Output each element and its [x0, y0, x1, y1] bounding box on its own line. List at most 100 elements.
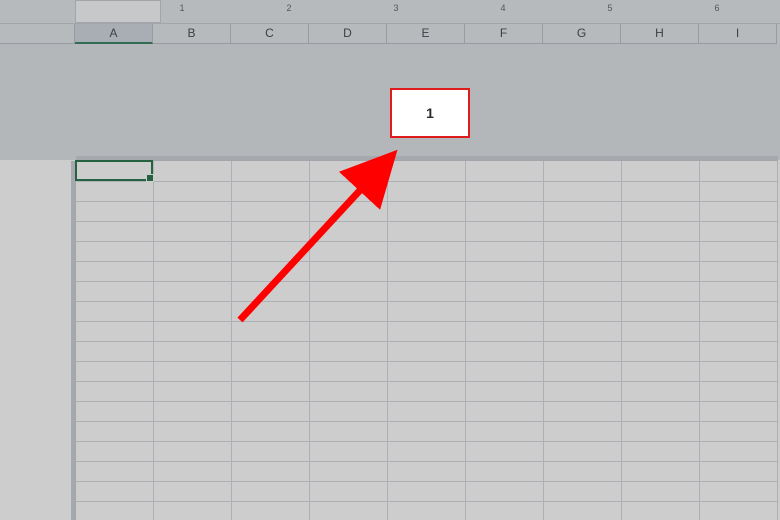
cell[interactable] [310, 261, 388, 281]
cell[interactable] [76, 341, 154, 361]
cell[interactable] [622, 461, 700, 481]
cell[interactable] [544, 441, 622, 461]
cell[interactable] [700, 401, 778, 421]
cell[interactable] [544, 421, 622, 441]
cell[interactable] [232, 261, 310, 281]
cell[interactable] [76, 461, 154, 481]
cell[interactable] [544, 281, 622, 301]
cell[interactable] [622, 441, 700, 461]
cell[interactable] [154, 401, 232, 421]
cell[interactable] [232, 221, 310, 241]
cell[interactable] [700, 201, 778, 221]
cell[interactable] [544, 341, 622, 361]
cell[interactable] [466, 421, 544, 441]
cell[interactable] [544, 181, 622, 201]
cell[interactable] [232, 341, 310, 361]
cell[interactable] [154, 201, 232, 221]
select-all-corner[interactable] [0, 24, 75, 44]
cell[interactable] [700, 421, 778, 441]
cell[interactable] [388, 381, 466, 401]
cell[interactable] [388, 361, 466, 381]
cell[interactable] [700, 161, 778, 181]
cell[interactable] [76, 261, 154, 281]
cell[interactable] [232, 301, 310, 321]
cell[interactable] [310, 341, 388, 361]
cell[interactable] [700, 301, 778, 321]
cell[interactable] [388, 421, 466, 441]
column-header-e[interactable]: E [387, 24, 465, 44]
cell[interactable] [310, 381, 388, 401]
cell[interactable] [310, 481, 388, 501]
cell[interactable] [388, 281, 466, 301]
cell[interactable] [76, 361, 154, 381]
cell[interactable] [232, 201, 310, 221]
cell[interactable] [388, 341, 466, 361]
cell[interactable] [622, 401, 700, 421]
cell[interactable] [700, 221, 778, 241]
cell[interactable] [310, 461, 388, 481]
cell[interactable] [622, 481, 700, 501]
cell[interactable] [622, 161, 700, 181]
cell[interactable] [700, 261, 778, 281]
cell[interactable] [76, 501, 154, 520]
cell[interactable] [544, 461, 622, 481]
cell[interactable] [388, 181, 466, 201]
cell[interactable] [466, 281, 544, 301]
column-header-a[interactable]: A [75, 24, 153, 44]
cell[interactable] [622, 341, 700, 361]
cell[interactable] [310, 321, 388, 341]
cell[interactable] [544, 161, 622, 181]
cell[interactable] [76, 421, 154, 441]
cell[interactable] [700, 181, 778, 201]
cell[interactable] [622, 241, 700, 261]
cell[interactable] [622, 201, 700, 221]
cell[interactable] [76, 381, 154, 401]
cell[interactable] [388, 441, 466, 461]
cell[interactable] [76, 221, 154, 241]
cell[interactable] [76, 241, 154, 261]
cell[interactable] [154, 241, 232, 261]
cell[interactable] [388, 241, 466, 261]
cell[interactable] [388, 501, 466, 520]
cell[interactable] [388, 221, 466, 241]
cell[interactable] [154, 421, 232, 441]
cell[interactable] [466, 381, 544, 401]
cell[interactable] [310, 441, 388, 461]
cell[interactable] [154, 341, 232, 361]
cell[interactable] [544, 221, 622, 241]
cell[interactable] [466, 181, 544, 201]
cell[interactable] [622, 501, 700, 520]
cell[interactable] [466, 241, 544, 261]
cell[interactable] [76, 201, 154, 221]
cell[interactable] [76, 321, 154, 341]
cell[interactable] [310, 401, 388, 421]
cell[interactable] [700, 441, 778, 461]
cell[interactable] [232, 181, 310, 201]
cell[interactable] [232, 281, 310, 301]
cell[interactable] [310, 421, 388, 441]
column-header-d[interactable]: D [309, 24, 387, 44]
cell[interactable] [544, 261, 622, 281]
cell[interactable] [466, 301, 544, 321]
cell[interactable] [466, 461, 544, 481]
cell[interactable] [388, 321, 466, 341]
column-header-h[interactable]: H [621, 24, 699, 44]
cell[interactable] [544, 301, 622, 321]
column-header-i[interactable]: I [699, 24, 777, 44]
cell[interactable] [544, 241, 622, 261]
cell[interactable] [544, 201, 622, 221]
cell[interactable] [154, 221, 232, 241]
spreadsheet-grid[interactable] [76, 161, 778, 520]
cell[interactable] [232, 461, 310, 481]
cell[interactable] [388, 261, 466, 281]
cell[interactable] [466, 481, 544, 501]
cell[interactable] [700, 481, 778, 501]
column-header-c[interactable]: C [231, 24, 309, 44]
cell[interactable] [154, 501, 232, 520]
cell[interactable] [544, 361, 622, 381]
cell[interactable] [622, 281, 700, 301]
cell[interactable] [232, 501, 310, 520]
cell[interactable] [232, 321, 310, 341]
cell[interactable] [76, 281, 154, 301]
cell[interactable] [76, 441, 154, 461]
